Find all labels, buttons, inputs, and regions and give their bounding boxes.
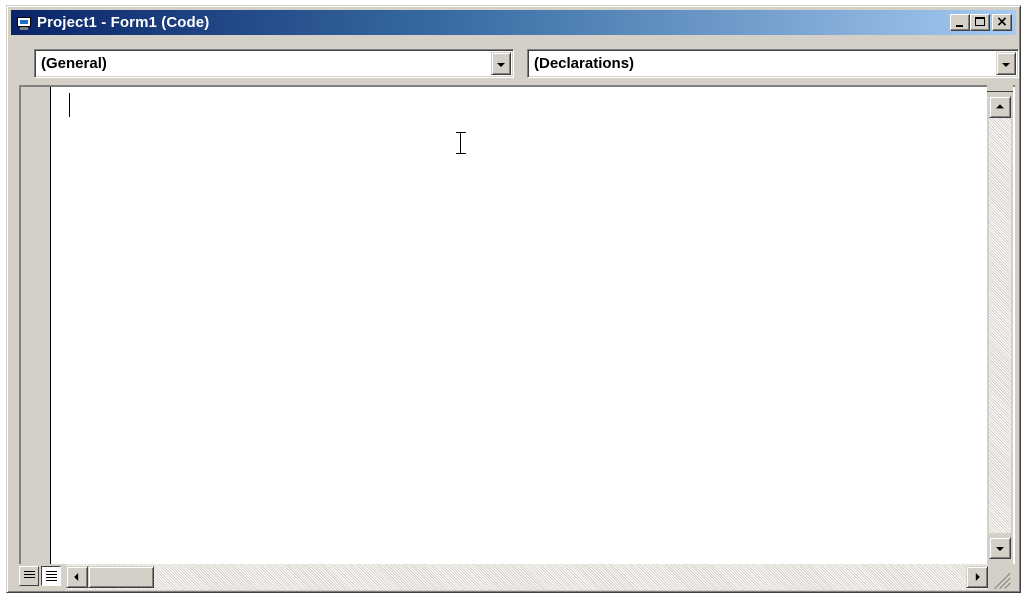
horizontal-scroll-thumb[interactable] bbox=[88, 566, 154, 588]
chevron-down-icon bbox=[1002, 62, 1010, 67]
procedure-view-button[interactable] bbox=[19, 566, 39, 586]
arrow-left-icon bbox=[74, 573, 79, 581]
scroll-right-button[interactable] bbox=[966, 566, 988, 588]
full-module-view-button[interactable] bbox=[41, 566, 61, 586]
resize-grip-icon[interactable] bbox=[989, 564, 1013, 590]
object-combo-dropdown-button[interactable] bbox=[491, 52, 511, 75]
window-controls: × bbox=[950, 14, 1012, 31]
arrow-up-icon bbox=[996, 104, 1004, 109]
vertical-scroll-track[interactable] bbox=[989, 118, 1011, 533]
close-button[interactable]: × bbox=[992, 14, 1012, 31]
bottom-bar bbox=[19, 564, 1013, 590]
horizontal-scrollbar[interactable] bbox=[66, 564, 988, 590]
full-module-view-icon bbox=[46, 571, 57, 583]
minimize-button[interactable] bbox=[950, 14, 970, 31]
object-combo[interactable]: (General) bbox=[34, 49, 514, 78]
arrow-down-icon bbox=[996, 547, 1004, 551]
arrow-right-icon bbox=[975, 573, 980, 581]
ibeam-cursor-icon bbox=[456, 131, 466, 155]
text-caret bbox=[69, 93, 70, 117]
procedure-combo-value: (Declarations) bbox=[534, 55, 635, 72]
vertical-scrollbar[interactable] bbox=[987, 85, 1013, 564]
procedure-combo-dropdown-button[interactable] bbox=[996, 52, 1016, 75]
scroll-up-button[interactable] bbox=[989, 96, 1011, 118]
maximize-icon bbox=[975, 17, 985, 26]
minimize-icon bbox=[956, 25, 963, 27]
chevron-down-icon bbox=[497, 62, 505, 67]
window-title: Project1 - Form1 (Code) bbox=[37, 14, 210, 31]
margin-indicator-bar[interactable] bbox=[21, 87, 51, 564]
procedure-view-icon bbox=[24, 571, 35, 580]
scroll-left-button[interactable] bbox=[66, 566, 88, 588]
split-bar[interactable] bbox=[987, 85, 1013, 92]
code-editor[interactable] bbox=[19, 85, 1015, 564]
vb-form-icon[interactable] bbox=[16, 16, 32, 30]
close-icon: × bbox=[996, 14, 1008, 30]
object-combo-value: (General) bbox=[41, 55, 107, 72]
maximize-button[interactable] bbox=[970, 14, 990, 31]
procedure-combo[interactable]: (Declarations) bbox=[527, 49, 1019, 78]
scroll-down-button[interactable] bbox=[989, 537, 1011, 559]
title-bar[interactable]: Project1 - Form1 (Code) × bbox=[11, 10, 1016, 35]
